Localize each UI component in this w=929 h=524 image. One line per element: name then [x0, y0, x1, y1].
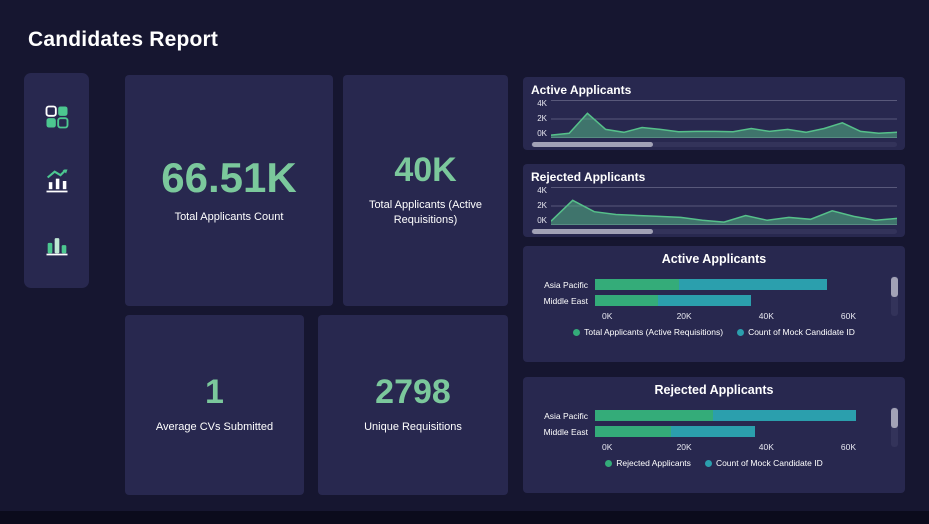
y-axis-labels: 4K 2K 0K — [531, 187, 551, 225]
legend-item: Count of Mock Candidate ID — [704, 458, 823, 468]
legend-dot — [605, 459, 613, 467]
nav-trend-button[interactable] — [37, 161, 77, 201]
bar-segment[interactable] — [679, 279, 827, 290]
legend-dot — [704, 459, 712, 467]
vertical-scrollbar-thumb[interactable] — [891, 277, 898, 297]
rejected-applicants-trend-card: Rejected Applicants 4K 2K 0K — [523, 164, 905, 237]
y-tick: 0K — [537, 129, 547, 138]
stacked-bar — [595, 426, 869, 437]
candidates-report-page: Candidates Report 66.51K Total Applicant… — [0, 0, 929, 524]
legend: Total Applicants (Active Requisitions) C… — [533, 327, 895, 337]
legend-label: Count of Mock Candidate ID — [748, 327, 855, 337]
x-tick: 0K — [602, 311, 613, 321]
y-tick: 0K — [537, 216, 547, 225]
kpi-label: Average CVs Submitted — [155, 421, 274, 434]
bar-segment[interactable] — [713, 410, 857, 421]
vertical-scrollbar[interactable] — [891, 276, 898, 316]
legend-item: Rejected Applicants — [605, 458, 691, 468]
area-chart — [551, 100, 897, 138]
vertical-scrollbar-thumb[interactable] — [891, 408, 898, 428]
kpi-value: 40K — [394, 151, 457, 190]
grid-tiles-icon — [45, 105, 68, 129]
chart-title: Rejected Applicants — [531, 170, 646, 184]
kpi-label: Unique Requisitions — [364, 421, 462, 434]
area-chart-body: 4K 2K 0K — [531, 100, 897, 138]
kpi-card-total-applicants-count: 66.51K Total Applicants Count — [125, 75, 333, 306]
category-label: Middle East — [543, 295, 588, 306]
y-tick: 2K — [537, 114, 547, 123]
horizontal-scrollbar-thumb[interactable] — [532, 229, 653, 234]
bar-row: Asia Pacific — [533, 410, 895, 421]
bar-row: Middle East — [533, 295, 895, 306]
horizontal-scrollbar[interactable] — [531, 229, 897, 234]
y-tick: 4K — [537, 186, 547, 195]
legend-label: Count of Mock Candidate ID — [715, 458, 823, 468]
x-axis: 0K 20K 40K 60K — [602, 311, 869, 322]
vertical-scrollbar[interactable] — [891, 407, 898, 447]
bar-segment[interactable] — [595, 279, 680, 290]
legend-item: Total Applicants (Active Requisitions) — [573, 327, 723, 337]
bottom-bar — [0, 511, 929, 524]
chart-title: Active Applicants — [531, 83, 632, 97]
kpi-value: 1 — [205, 373, 224, 412]
kpi-card-unique-requisitions: 2798 Unique Requisitions — [318, 315, 508, 495]
x-tick: 60K — [840, 442, 857, 452]
column-chart-icon — [46, 238, 67, 256]
kpi-label: Total Applicants Count — [174, 210, 284, 223]
stacked-bar — [595, 410, 869, 421]
x-tick: 40K — [758, 442, 774, 452]
nav-bar-chart-button[interactable] — [37, 224, 77, 264]
y-axis-labels: 4K 2K 0K — [531, 100, 551, 138]
active-applicants-trend-card: Active Applicants 4K 2K 0K — [523, 77, 905, 150]
kpi-card-total-applicants-active: 40K Total Applicants (Active Requisition… — [343, 75, 508, 306]
chart-title: Rejected Applicants — [654, 383, 774, 397]
bar-row: Middle East — [533, 426, 895, 437]
trend-line-icon — [46, 168, 67, 192]
legend-label: Rejected Applicants — [616, 458, 691, 468]
rejected-applicants-bar-chart-card: Rejected Applicants Asia Pacific Middle … — [523, 377, 905, 493]
bar-segment[interactable] — [595, 410, 714, 421]
kpi-value: 2798 — [375, 373, 451, 412]
y-tick: 4K — [537, 99, 547, 108]
page-title: Candidates Report — [28, 28, 219, 51]
active-applicants-bar-chart-card: Active Applicants Asia Pacific Middle Ea… — [523, 246, 905, 362]
bar-segment[interactable] — [670, 426, 756, 437]
legend-dot — [573, 328, 581, 336]
horizontal-scrollbar-thumb[interactable] — [532, 142, 653, 147]
x-tick: 0K — [602, 442, 613, 452]
y-tick: 2K — [537, 201, 547, 210]
area-chart — [551, 187, 897, 225]
category-label: Asia Pacific — [544, 279, 588, 290]
kpi-label: Total Applicants (Active Requisitions) — [368, 199, 483, 226]
legend-dot — [737, 328, 745, 336]
bar-row: Asia Pacific — [533, 279, 895, 290]
legend: Rejected Applicants Count of Mock Candid… — [533, 458, 895, 468]
stacked-bar — [595, 295, 869, 306]
bar-segment[interactable] — [595, 295, 659, 306]
x-axis: 0K 20K 40K 60K — [602, 442, 869, 453]
bar-segment[interactable] — [595, 426, 671, 437]
nav-grid-button[interactable] — [37, 97, 77, 137]
legend-label: Total Applicants (Active Requisitions) — [584, 327, 724, 337]
x-tick: 60K — [840, 311, 857, 321]
category-label: Asia Pacific — [544, 410, 588, 421]
area-chart-body: 4K 2K 0K — [531, 187, 897, 225]
x-tick: 20K — [676, 311, 692, 321]
x-tick: 20K — [676, 442, 692, 452]
kpi-value: 66.51K — [161, 153, 297, 201]
category-label: Middle East — [543, 426, 588, 437]
legend-item: Count of Mock Candidate ID — [737, 327, 855, 337]
kpi-card-average-cvs: 1 Average CVs Submitted — [125, 315, 304, 495]
chart-title: Active Applicants — [661, 252, 767, 266]
x-tick: 40K — [758, 311, 774, 321]
sidebar — [24, 73, 89, 288]
stacked-bar — [595, 279, 869, 290]
horizontal-scrollbar[interactable] — [531, 142, 897, 147]
bar-segment[interactable] — [658, 295, 751, 306]
